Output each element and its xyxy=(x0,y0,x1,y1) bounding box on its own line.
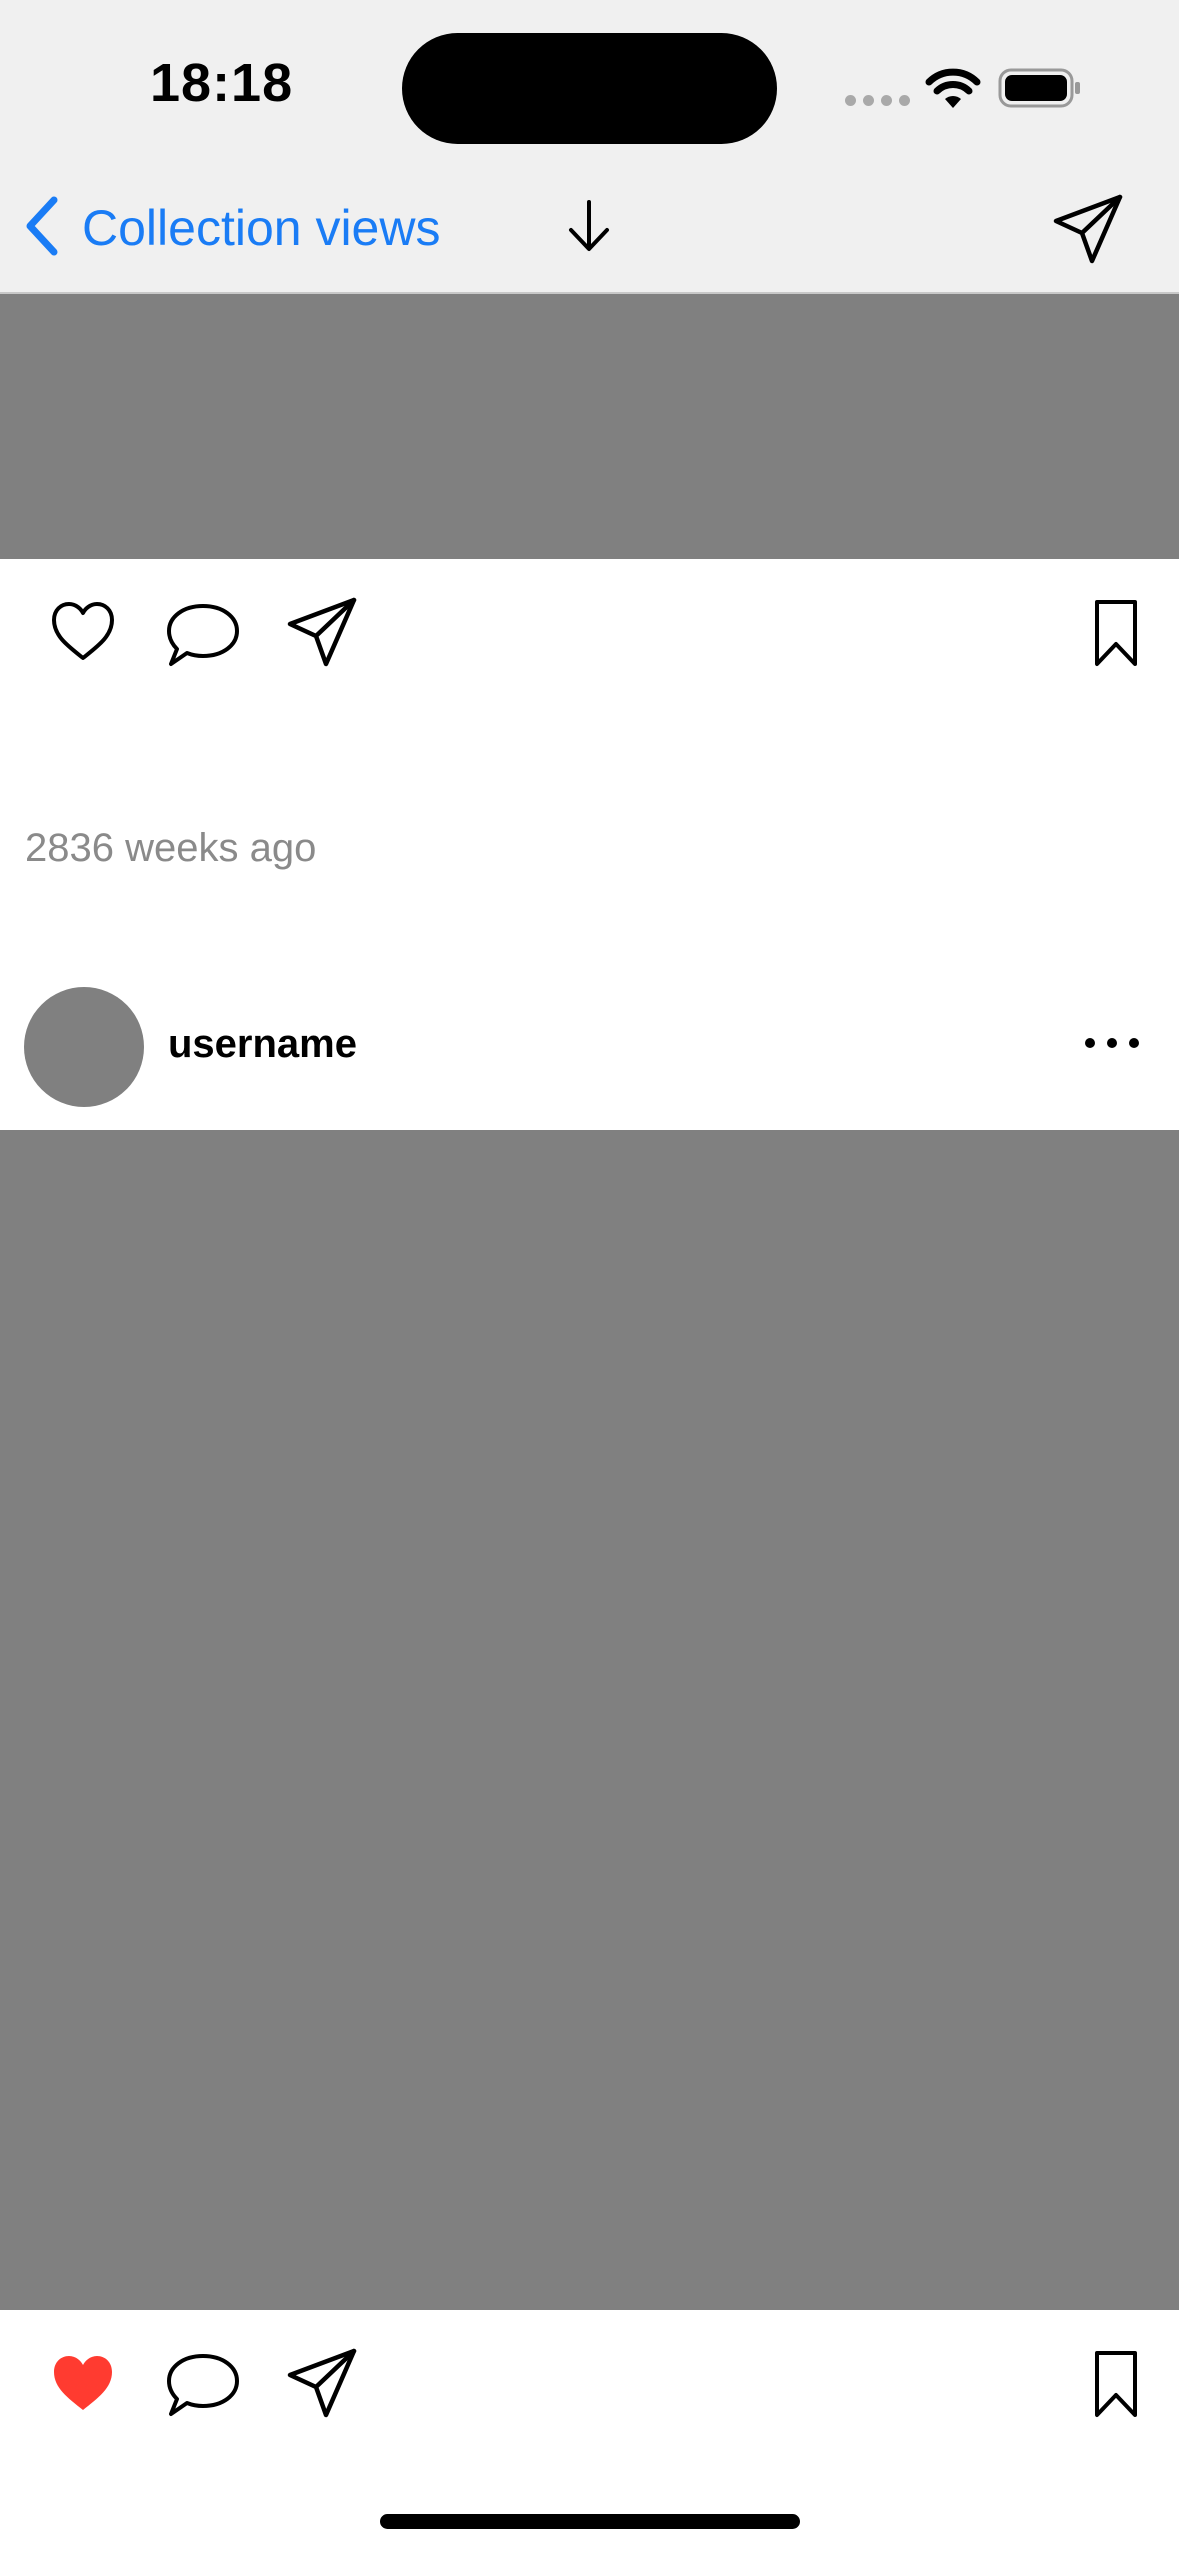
chevron-left-icon xyxy=(24,196,60,261)
status-time: 18:18 xyxy=(150,53,294,113)
back-button-label: Collection views xyxy=(82,200,441,256)
app-screen: 18:18 Collection views 2836 weeks ago us… xyxy=(0,0,1179,2556)
back-button[interactable]: Collection views xyxy=(24,193,440,263)
send-icon[interactable] xyxy=(286,2347,358,2424)
top-chrome: 18:18 Collection views xyxy=(0,0,1179,294)
username[interactable]: username xyxy=(168,1022,357,1067)
cellular-signal-icon xyxy=(845,95,910,106)
ellipsis-icon[interactable] xyxy=(1082,1035,1142,1056)
heart-filled-icon[interactable] xyxy=(50,2352,116,2419)
post-header: username xyxy=(0,980,1179,1130)
send-icon[interactable] xyxy=(286,596,358,673)
bookmark-icon[interactable] xyxy=(1093,598,1139,673)
post-media-top xyxy=(0,294,1179,559)
send-icon[interactable] xyxy=(1052,193,1124,270)
home-indicator[interactable] xyxy=(380,2514,800,2529)
dynamic-island xyxy=(402,33,777,144)
heart-outline-icon[interactable] xyxy=(50,600,116,667)
post-media-main xyxy=(0,1130,1179,2310)
comment-icon[interactable] xyxy=(165,2350,241,2425)
wifi-icon xyxy=(925,68,981,115)
bookmark-icon[interactable] xyxy=(1093,2349,1139,2424)
post-timestamp: 2836 weeks ago xyxy=(25,826,317,870)
arrow-down-icon[interactable] xyxy=(563,198,615,259)
avatar[interactable] xyxy=(24,987,144,1107)
post-1-action-row xyxy=(0,560,1179,710)
battery-icon xyxy=(998,68,1082,113)
comment-icon[interactable] xyxy=(165,600,241,675)
post-2-action-row xyxy=(0,2310,1179,2460)
